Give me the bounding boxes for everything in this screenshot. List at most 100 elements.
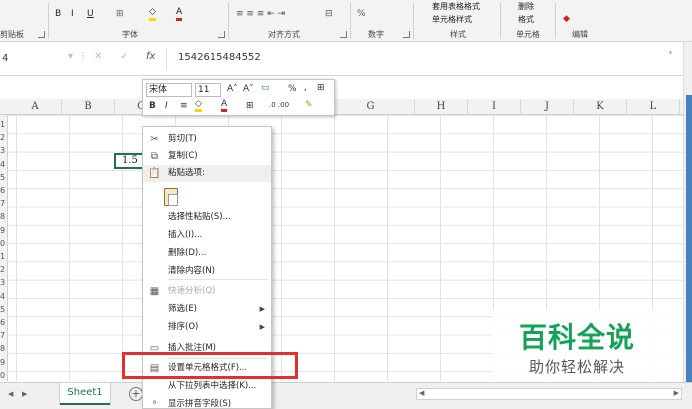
- column-header[interactable]: G: [327, 99, 415, 115]
- name-box[interactable]: 4: [0, 50, 60, 68]
- fill-color-icon[interactable]: ◇: [149, 7, 156, 21]
- column-header[interactable]: A: [9, 99, 62, 115]
- mini-align-icon[interactable]: ≡: [180, 101, 188, 111]
- accounting-format-icon[interactable]: ▭: [261, 83, 270, 93]
- mini-percent-button[interactable]: %: [288, 84, 297, 94]
- menu-item[interactable]: 显示拼音字段(S) ᵃ: [143, 396, 271, 409]
- format-cells-ribbon-button[interactable]: 格式: [518, 12, 534, 26]
- cancel-icon[interactable]: ✕: [94, 51, 102, 62]
- mini-decimal-icon[interactable]: .0 .00: [269, 101, 289, 109]
- insert-function-button[interactable]: fx: [146, 51, 155, 62]
- clipboard-launcher-icon[interactable]: [38, 31, 45, 38]
- row-header[interactable]: 0: [0, 238, 8, 250]
- scroll-left-icon[interactable]: ◀: [419, 389, 424, 397]
- mini-bold-button[interactable]: B: [149, 101, 156, 111]
- bold-button[interactable]: B: [55, 7, 61, 21]
- row-header[interactable]: 6: [0, 317, 8, 329]
- row-header[interactable]: 8: [0, 211, 8, 223]
- menu-item[interactable]: 筛选(E) ▶: [143, 301, 271, 318]
- row-header[interactable]: 4: [0, 159, 8, 171]
- row-header[interactable]: 0: [0, 370, 8, 382]
- expand-formula-icon[interactable]: ˄: [668, 51, 673, 62]
- underline-button[interactable]: U: [87, 7, 94, 21]
- next-sheet-icon[interactable]: ▶: [22, 390, 27, 398]
- row-header[interactable]: 9: [0, 225, 8, 237]
- mini-border-icon[interactable]: ⊞: [246, 101, 254, 111]
- phonetic-icon: ᵃ: [152, 399, 157, 409]
- percent-button[interactable]: %: [357, 7, 366, 21]
- mini-comma-button[interactable]: ,: [304, 83, 307, 93]
- enter-icon[interactable]: ✓: [120, 51, 128, 62]
- row-header[interactable]: 3: [0, 277, 8, 289]
- menu-item[interactable]: 复制(C) ⧉: [143, 148, 271, 165]
- row-header[interactable]: 8: [0, 343, 8, 355]
- menu-item[interactable]: 选择性粘贴(S)...: [143, 209, 271, 226]
- mini-fill-color-icon[interactable]: ◇: [195, 100, 202, 112]
- font-launcher-icon[interactable]: [218, 31, 225, 38]
- clear-icon[interactable]: ◆: [563, 12, 570, 26]
- scroll-right-icon[interactable]: ▶: [674, 389, 679, 397]
- column-header[interactable]: I: [468, 99, 521, 115]
- mini-italic-button[interactable]: I: [165, 101, 168, 111]
- row-header[interactable]: 3: [0, 145, 8, 157]
- menu-item[interactable]: 插入批注(M) ▭: [143, 340, 271, 357]
- grow-font-icon[interactable]: A˄: [227, 84, 238, 94]
- menu-item-label: 复制(C): [168, 151, 198, 161]
- menu-item[interactable]: 排序(O) ▶: [143, 319, 271, 336]
- menu-item[interactable]: 剪切(T) ✂: [143, 131, 271, 148]
- alignment-launcher-icon[interactable]: [340, 31, 347, 38]
- row-header[interactable]: 2: [0, 132, 8, 144]
- row-header[interactable]: 5: [0, 172, 8, 184]
- table-format-icon[interactable]: ⊞: [317, 83, 325, 93]
- italic-button[interactable]: I: [71, 7, 74, 21]
- align-lines-icon[interactable]: ≡ ≡ ≡ ⇤ ⇥: [236, 7, 285, 21]
- row-header[interactable]: 7: [0, 198, 8, 210]
- row-header[interactable]: 5: [0, 304, 8, 316]
- column-header[interactable]: B: [62, 99, 115, 115]
- add-sheet-button[interactable]: +: [129, 387, 143, 401]
- number-launcher-icon[interactable]: [403, 31, 410, 38]
- dropdown-icon[interactable]: ▾: [68, 51, 73, 62]
- shrink-font-icon[interactable]: A˅: [243, 84, 254, 94]
- row-header[interactable]: 6: [0, 185, 8, 197]
- submenu-arrow-icon: ▶: [259, 305, 265, 313]
- menu-item[interactable]: 粘贴选项: 📋: [143, 165, 271, 182]
- row-header[interactable]: 4: [0, 291, 8, 303]
- group-label-styles: 样式: [450, 30, 466, 39]
- row-header[interactable]: 1: [0, 251, 8, 263]
- border-icon[interactable]: ⊞: [116, 7, 124, 21]
- menu-item-label: 筛选(E): [168, 304, 198, 314]
- row-header[interactable]: 7: [0, 330, 8, 342]
- menu-item-label: 排序(O): [168, 322, 199, 332]
- menu-item[interactable]: 插入(I)...: [143, 227, 271, 244]
- mini-font-size[interactable]: 11: [195, 83, 221, 97]
- format-painter-icon[interactable]: ✎: [305, 100, 313, 110]
- sheet-tab[interactable]: Sheet1: [60, 383, 110, 405]
- column-header[interactable]: K: [574, 99, 627, 115]
- row-header[interactable]: 2: [0, 264, 8, 276]
- menu-item[interactable]: 删除(D)...: [143, 245, 271, 262]
- column-header[interactable]: J: [521, 99, 574, 115]
- row-header[interactable]: 1: [0, 119, 8, 131]
- paste-option-icon[interactable]: [164, 188, 178, 206]
- menu-item-label: 插入(I)...: [168, 230, 203, 240]
- menu-item-label: 粘贴选项:: [168, 168, 205, 178]
- merge-icon[interactable]: ⊟: [325, 7, 333, 21]
- menu-item[interactable]: 从下拉列表中选择(K)...: [143, 378, 271, 395]
- horizontal-scrollbar[interactable]: ◀ ▶: [416, 388, 682, 400]
- prev-sheet-icon[interactable]: ◀: [8, 390, 13, 398]
- row-header[interactable]: 9: [0, 357, 8, 369]
- menu-item[interactable]: 设置单元格格式(F)... ▤: [143, 360, 271, 377]
- mini-font-color-icon[interactable]: A: [221, 100, 228, 112]
- cell-styles-button[interactable]: 单元格样式: [432, 12, 472, 26]
- ribbon-divider: [228, 3, 229, 39]
- mini-font-name[interactable]: 宋体: [146, 83, 192, 97]
- column-headers: ABCDEFGHIJKL: [0, 99, 683, 115]
- column-header[interactable]: L: [627, 99, 680, 115]
- font-color-icon[interactable]: A: [176, 7, 183, 21]
- menu-item: 快速分析(Q) ▦: [143, 283, 271, 300]
- menu-separator: [168, 279, 268, 280]
- menu-item[interactable]: 清除内容(N): [143, 263, 271, 280]
- column-header[interactable]: H: [415, 99, 468, 115]
- desktop-edge: [686, 95, 692, 395]
